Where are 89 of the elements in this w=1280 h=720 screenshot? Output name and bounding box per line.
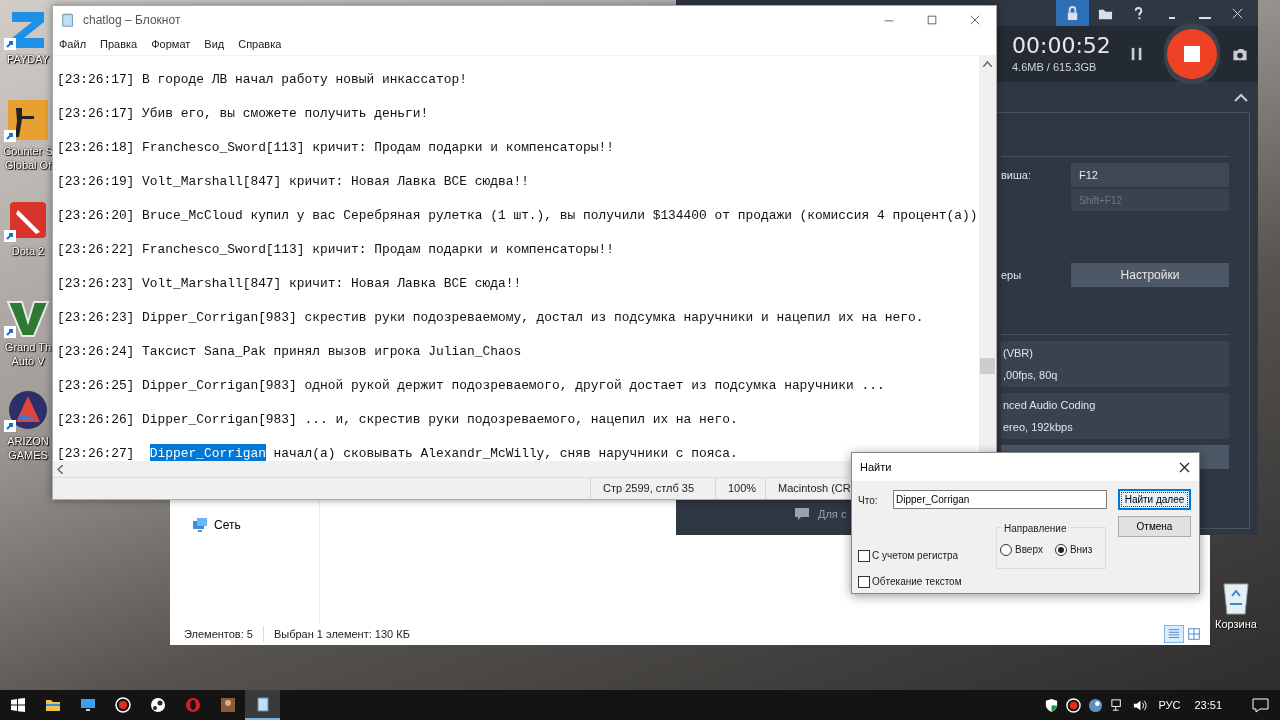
text-line: [23:26:25] Dipper_Corrigan[983] одной рукой держит подозреваемого, другой достает из подсумка наручники ... [57,377,885,396]
window-title: chatlog – Блокнот [83,12,181,29]
text-line: начал(а) сковывать Alexandr_McWilly, сняв наручники с пояса. [272,445,738,461]
text-line: [23:26:17] Убив его, вы сможете получить деньги! [57,105,429,124]
windows-logo-icon [9,697,26,713]
menu-item[interactable]: Формат [148,36,194,53]
recording-timer: 00:00:52 [1012,32,1112,59]
toolbar-button[interactable] [1056,0,1089,26]
icon-label: Dota 2 [11,244,45,258]
icon-label: Grand Th [4,340,52,354]
record-icon [114,697,131,713]
format-text: ,00fps, 80q [1003,368,1059,383]
menu-item[interactable]: Файл [56,36,90,53]
menu-item[interactable]: Справка [235,36,285,53]
file-size: 4.6MB / 615.3GB [1012,59,1098,75]
text-line: [23:26:23] Dipper_Corrigan[983] скрестив руки подозреваемому, достал из подсумка наручники и нацепил их на него. [57,309,924,328]
view-button[interactable] [1164,625,1184,643]
icon-label: GAMES [8,448,48,462]
camera-label: еры [1001,267,1023,283]
maximize-icon [925,14,938,26]
status-text: Элементов: 5 [184,625,264,643]
icon-label: Корзина [1215,617,1257,632]
lock-icon [1065,5,1080,21]
text-line: [23:26:17] В городе ЛВ начал работу новый инкассатор! [57,71,467,90]
dialog-title: Найти [860,459,892,475]
status-text: Стр 2599, стлб 35 [603,481,695,497]
hotkey-label: виша: [1001,168,1032,183]
menu-item[interactable]: Вид [201,36,228,53]
status-text: Выбран 1 элемент: 130 КБ [273,626,411,642]
footer-text: Для с [818,507,847,522]
text-line: [23:26:19] Volt_Marshall[847] кричит: Новая Лавка ВСЕ сюдва!! [57,173,529,192]
hotkey-field[interactable]: F12 [1071,163,1229,187]
format-text: nced Audio Coding [1003,397,1097,413]
checkbox[interactable]: Обтекание текстом [858,574,962,589]
clock[interactable]: 23:51 [1194,696,1222,714]
format-text: ereo, 192kbps [1003,420,1074,435]
notepad-icon [61,12,75,28]
settings-button[interactable]: Настройки [1071,263,1229,287]
game-cover-icon [219,697,236,713]
search-input[interactable]: Dipper_Corrigan [893,490,1107,509]
minimize-icon [1198,17,1211,19]
cancel-button[interactable]: Отмена [1118,516,1191,537]
shield-icon [1043,697,1059,713]
text-line: [23:26:22] Franchesco_Sword[113] кричит: Продам подарки и компенсаторы!! [57,241,614,260]
chevron-up-icon[interactable] [1234,92,1248,102]
icon-label: Auto V [11,354,45,368]
grid-icon [1187,627,1201,641]
icon-label: Global Of [4,158,52,172]
field-label: Что: [858,494,878,508]
scrollbar-thumb[interactable] [980,358,995,374]
folder-icon [44,697,61,713]
record-icon [1065,697,1081,713]
icon-label: Counter S [3,144,53,158]
find-next-button[interactable]: Найти далее [1118,489,1191,510]
video-format-panel[interactable]: (VBR) ,00fps, 80q [1001,341,1229,387]
text-line: [23:26:20] Bruce_McCloud купил у вас Серебряная рулетка (1 шт.), вы получили $134400 от продажи (комиссия 4 процент(а)) [57,207,978,226]
text-line: [23:26:26] Dipper_Corrigan[983] ... и, скрестив руки подозреваемого, нацепил их на него. [57,411,738,430]
radio-button[interactable]: Вверх [1000,542,1043,557]
group-label: Направление [1002,521,1069,536]
text-line: [23:26:23] Volt_Marshall[847] кричит: Новая Лавка ВСЕ сюда!! [57,275,522,294]
network-icon [192,517,208,533]
icon-label: ARIZON [7,434,49,448]
text-line: [23:26:24] Таксист Sana_Pak принял вызов игрока Julian_Chaos [57,343,522,362]
selected-text: Dipper_Corrigan [149,444,266,461]
icon-label: PAYDAY [6,52,50,66]
checkbox[interactable]: С учетом регистра [858,548,962,563]
speech-bubble-icon [1251,697,1269,713]
taskbar-button[interactable] [245,690,280,720]
status-text: 100% [728,481,757,497]
stop-icon [1167,29,1218,79]
radio-button[interactable]: Вниз [1054,542,1093,557]
text-line: [23:26:27] [57,445,136,461]
camera-icon [1231,46,1250,62]
close-icon [968,14,981,26]
monitor-icon [79,697,96,713]
audio-format-panel[interactable]: nced Audio Coding ereo, 192kbps [1001,393,1229,439]
nav-item[interactable]: Сеть [192,516,319,534]
menu-item[interactable]: Правка [97,36,141,53]
text-line: [23:26:18] Franchesco_Sword[113] кричит: Продам подарки и компенсаторы!! [57,139,614,158]
close-icon [1178,461,1190,473]
format-text: (VBR) [1003,345,1034,361]
speaker-icon [1131,697,1147,713]
chat-bubble-icon [794,507,810,522]
notepad-icon [254,696,271,712]
list-icon [1167,627,1181,641]
stop-recording-button[interactable] [1164,23,1221,85]
language-indicator[interactable]: РУС [1158,696,1181,714]
status-text: Macintosh (CR [778,481,851,497]
minimize-to-tray-icon [1168,17,1175,19]
